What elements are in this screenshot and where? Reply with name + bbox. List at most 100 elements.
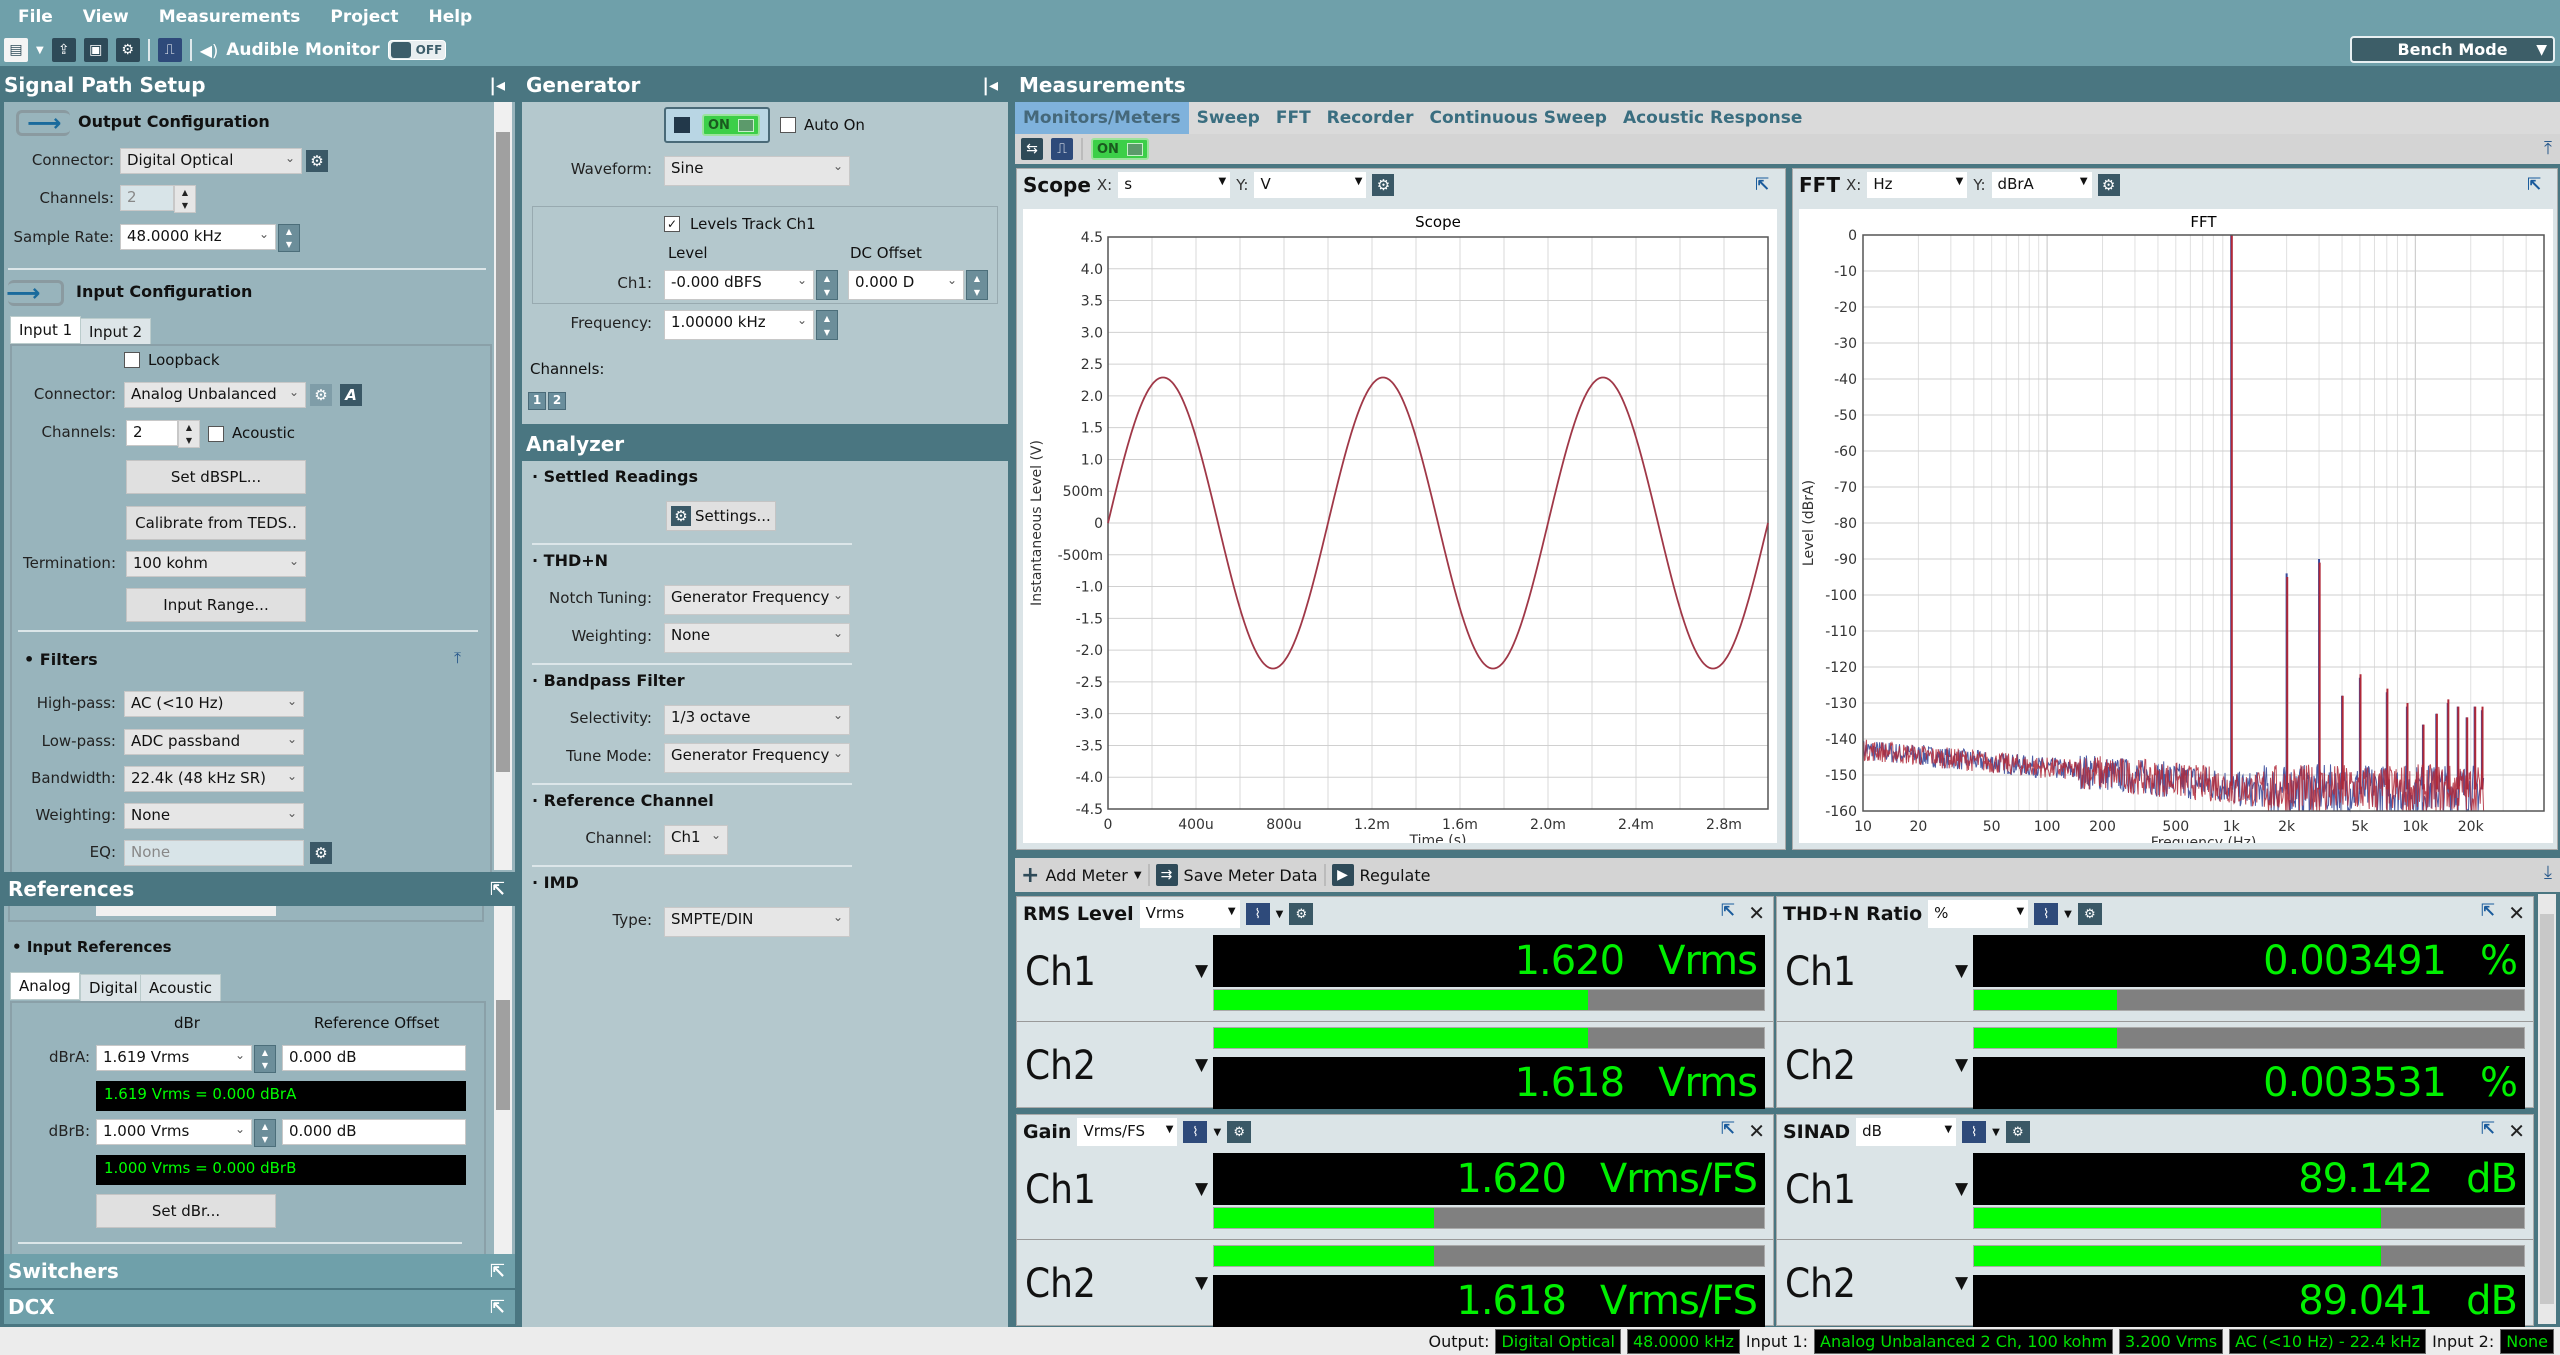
channel-dropdown-icon[interactable]: ▼ (1955, 961, 1968, 981)
output-channels-input[interactable]: 2 (120, 185, 174, 211)
new-dropdown-icon[interactable]: ▼ (36, 45, 44, 56)
collapse-panel-icon[interactable]: |◂ (982, 75, 998, 96)
menu-view[interactable]: View (83, 7, 129, 27)
font-autoscale-icon[interactable]: A (340, 384, 362, 406)
generator-power-button[interactable]: ON (664, 107, 770, 143)
calibrate-teds-button[interactable]: Calibrate from TEDS.. (126, 506, 306, 540)
collapse-section-icon[interactable]: ⤒ (2544, 138, 2552, 159)
menu-measurements[interactable]: Measurements (159, 7, 301, 27)
channel-dropdown-icon[interactable]: ▼ (1195, 1055, 1208, 1075)
fft-x-unit-select[interactable]: Hz ▼ (1867, 172, 1968, 198)
meters-scrollbar[interactable] (2538, 894, 2556, 1324)
dbrb-offset-input[interactable]: 0.000 dB (282, 1119, 466, 1145)
frequency-spinner[interactable]: ▲ ▼ (816, 310, 838, 340)
thdn-weighting-select[interactable]: None ⌄ (664, 623, 850, 653)
dcx-header[interactable]: DCX ⇱ (4, 1290, 515, 1324)
fft-y-unit-select[interactable]: dBrA ▼ (1991, 172, 2092, 198)
meter-settings-icon[interactable]: ⚙ (1289, 903, 1314, 925)
loopback-checkbox[interactable] (124, 352, 140, 368)
meter-unit-select[interactable]: Vrms ▼ (1139, 900, 1240, 928)
levels-track-checkbox[interactable]: ✓ (664, 216, 680, 232)
graph-type-icon[interactable]: ⌇ (1962, 1121, 1987, 1143)
meter-settings-icon[interactable]: ⚙ (2005, 1121, 2030, 1143)
tab-monitors-meters[interactable]: Monitors/Meters (1015, 102, 1189, 134)
switchers-header[interactable]: Switchers ⇱ (4, 1254, 515, 1288)
notch-tuning-select[interactable]: Generator Frequency ⌄ (664, 585, 850, 615)
references-scrollbar[interactable] (494, 906, 512, 1254)
output-connector-settings-icon[interactable]: ⚙ (306, 150, 328, 172)
tab-digital[interactable]: Digital (80, 974, 147, 1002)
input-channels-input[interactable]: 2 (126, 420, 178, 446)
dbrb-value-select[interactable]: 1.000 Vrms ⌄ (96, 1119, 252, 1145)
dropdown-arrow-icon[interactable]: ▼ (1213, 1127, 1221, 1138)
save-meter-data-button[interactable]: Save Meter Data (1184, 866, 1318, 885)
popout-icon[interactable]: ⇱ (490, 1297, 505, 1318)
highpass-select[interactable]: AC (<10 Hz) ⌄ (124, 691, 304, 717)
channel-dropdown-icon[interactable]: ▼ (1955, 1055, 1968, 1075)
monitor-on-toggle[interactable]: ON (1091, 138, 1149, 160)
tab-acoustic[interactable]: Acoustic (140, 974, 222, 1002)
menu-help[interactable]: Help (428, 7, 472, 27)
popout-icon[interactable]: ⇱ (490, 879, 505, 900)
settings-gear-icon[interactable]: ⚙ (115, 38, 140, 62)
dc-offset-spinner[interactable]: ▲ ▼ (966, 270, 988, 300)
popout-icon[interactable]: ⇱ (1721, 901, 1735, 921)
tab-recorder[interactable]: Recorder (1319, 102, 1422, 134)
scrollbar-thumb[interactable] (2540, 914, 2554, 1304)
channel-dropdown-icon[interactable]: ▼ (1195, 1179, 1208, 1199)
meter-unit-select[interactable]: dB ▼ (1856, 1118, 1957, 1146)
channel-2-button[interactable]: 2 (548, 392, 566, 410)
output-connector-select[interactable]: Digital Optical ⌄ (120, 148, 302, 174)
selectivity-select[interactable]: 1/3 octave ⌄ (664, 705, 850, 735)
menu-file[interactable]: File (18, 7, 53, 27)
auto-on-checkbox[interactable] (780, 117, 796, 133)
close-icon[interactable]: ✕ (1748, 901, 1765, 925)
channel-dropdown-icon[interactable]: ▼ (1195, 961, 1208, 981)
dropdown-arrow-icon[interactable]: ▼ (1276, 909, 1284, 920)
waveform-select[interactable]: Sine ⌄ (664, 156, 850, 186)
tab-continuous-sweep[interactable]: Continuous Sweep (1422, 102, 1615, 134)
mode-select[interactable]: Bench Mode ▼ (2350, 36, 2555, 63)
lowpass-select[interactable]: ADC passband ⌄ (124, 729, 304, 755)
popout-icon[interactable]: ⇱ (1721, 1119, 1735, 1139)
output-channels-spinner[interactable]: ▲ ▼ (174, 185, 196, 213)
waveform-icon[interactable]: ⎍ (1051, 138, 1073, 160)
generator-on-toggle[interactable]: ON (702, 114, 760, 136)
new-document-icon[interactable]: ▤ (4, 38, 28, 62)
scrollbar-thumb[interactable] (496, 132, 510, 772)
tune-mode-select[interactable]: Generator Frequency ⌄ (664, 743, 850, 773)
channel-dropdown-icon[interactable]: ▼ (1955, 1273, 1968, 1293)
dbra-value-select[interactable]: 1.619 Vrms ⌄ (96, 1045, 252, 1071)
popout-icon[interactable]: ⇱ (1755, 175, 1775, 195)
ch1-level-spinner[interactable]: ▲ ▼ (816, 270, 838, 300)
popout-icon[interactable]: ⇱ (2481, 1119, 2495, 1139)
sample-rate-spinner[interactable]: ▲ ▼ (278, 224, 300, 252)
tab-acoustic-response[interactable]: Acoustic Response (1615, 102, 1810, 134)
sample-rate-select[interactable]: 48.0000 kHz ⌄ (120, 224, 276, 250)
input-connector-select[interactable]: Analog Unbalanced ⌄ (124, 382, 306, 408)
graph-type-icon[interactable]: ⌇ (2034, 903, 2059, 925)
channel-dropdown-icon[interactable]: ▼ (1195, 1273, 1208, 1293)
channel-1-button[interactable]: 1 (528, 392, 546, 410)
meter-settings-icon[interactable]: ⚙ (1227, 1121, 1252, 1143)
waveform-icon[interactable]: ⎍ (157, 38, 182, 62)
audible-monitor-toggle[interactable]: OFF (387, 40, 446, 60)
analyzer-settings-button[interactable]: ⚙ Settings... (666, 501, 776, 531)
input-connector-settings-icon[interactable]: ⚙ (310, 384, 332, 406)
regulate-button[interactable]: Regulate (1360, 866, 1431, 885)
tab-analog[interactable]: Analog (10, 972, 80, 1000)
open-project-icon[interactable]: ⇪ (51, 38, 76, 62)
dbrb-spinner[interactable]: ▲ ▼ (254, 1119, 276, 1147)
scope-y-unit-select[interactable]: V ▼ (1254, 172, 1367, 198)
set-dbr-button[interactable]: Set dBr... (96, 1194, 276, 1228)
close-icon[interactable]: ✕ (2508, 901, 2525, 925)
add-meter-button[interactable]: Add Meter (1045, 866, 1127, 885)
tab-sweep[interactable]: Sweep (1189, 102, 1268, 134)
dbra-offset-input[interactable]: 0.000 dB (282, 1045, 466, 1071)
meter-unit-select[interactable]: Vrms/FS ▼ (1077, 1118, 1178, 1146)
input-weighting-select[interactable]: None ⌄ (124, 803, 304, 829)
signal-path-scrollbar[interactable] (494, 102, 512, 870)
close-icon[interactable]: ✕ (2508, 1119, 2525, 1143)
bandwidth-select[interactable]: 22.4k (48 kHz SR) ⌄ (124, 766, 304, 792)
close-icon[interactable]: ✕ (1748, 1119, 1765, 1143)
